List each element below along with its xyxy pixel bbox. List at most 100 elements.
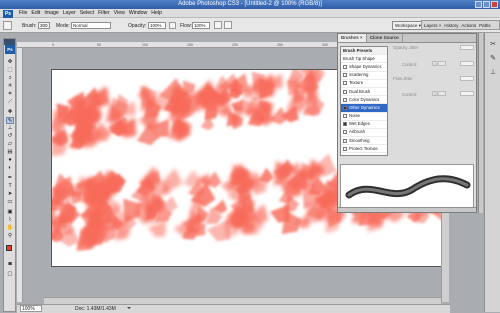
notes-tool-icon[interactable]: ▣	[6, 209, 14, 216]
control-label: Control:	[402, 62, 418, 67]
history-brush-icon[interactable]: ↺	[6, 133, 14, 140]
tab-brushes[interactable]: Brushes ×	[338, 34, 367, 42]
checkbox[interactable]	[343, 122, 347, 127]
flow-jitter-field[interactable]	[460, 76, 474, 81]
status-menu-icon[interactable]	[127, 307, 131, 311]
zoom-field[interactable]: 100%	[20, 305, 42, 312]
menu-image[interactable]: Image	[43, 9, 59, 17]
brush-size-picker[interactable]: 300	[38, 22, 50, 29]
checkbox[interactable]	[343, 73, 347, 78]
menu-help[interactable]: Help	[150, 9, 163, 17]
checkbox[interactable]	[343, 105, 347, 110]
list-item-scattering[interactable]: Scattering	[341, 72, 387, 80]
list-item-other-dynamics[interactable]: Other Dynamics	[341, 104, 387, 113]
mode-select[interactable]: Normal	[71, 22, 111, 29]
foreground-color-swatch[interactable]	[6, 245, 12, 251]
type-tool-icon[interactable]: T	[6, 183, 14, 190]
checkbox[interactable]	[343, 114, 347, 119]
checkbox[interactable]	[343, 138, 347, 143]
checkbox[interactable]	[343, 146, 347, 151]
vertical-ruler	[17, 48, 23, 302]
control-min-field[interactable]	[460, 61, 474, 66]
window-title: Adobe Photoshop CS3 - [Untitled-2 @ 100%…	[178, 1, 322, 7]
hand-tool-icon[interactable]: ✋	[6, 225, 14, 232]
move-tool-icon[interactable]: ✥	[6, 59, 14, 66]
menu-layer[interactable]: Layer	[62, 9, 77, 17]
control-min-field-2[interactable]	[460, 91, 474, 96]
close-button[interactable]	[491, 1, 498, 8]
menu-window[interactable]: Window	[128, 9, 148, 17]
horizontal-scrollbar[interactable]	[44, 297, 441, 304]
status-bar: 100% Doc: 1.43M/1.43M	[17, 304, 450, 313]
tab-actions[interactable]: Actions	[461, 21, 476, 29]
clone-stamp-icon[interactable]: ⊥	[6, 125, 14, 132]
tools-dock-icon[interactable]: ✂	[489, 41, 497, 49]
eyedropper-icon[interactable]: ⌇	[6, 217, 14, 224]
brushes-panel-footer	[338, 207, 476, 212]
quick-mask-icon[interactable]: ◙	[6, 261, 14, 268]
blur-tool-icon[interactable]: ●	[6, 157, 14, 164]
toolbox: Ps ✥ ⬚ ↄ ✳ ⌗ ⟋ ✚ ✎ ⊥ ↺ ▱ ▤ ● ◐ ✒ T ➤ ▭ ▣…	[3, 38, 16, 312]
checkbox[interactable]	[343, 81, 347, 86]
app-logo: Ps	[3, 9, 13, 18]
gradient-tool-icon[interactable]: ▤	[6, 149, 14, 156]
title-bar: Adobe Photoshop CS3 - [Untitled-2 @ 100%…	[0, 0, 500, 9]
airbrush-icon[interactable]	[214, 21, 222, 29]
toggle-brushes-panel-icon[interactable]	[224, 21, 232, 29]
menu-edit[interactable]: Edit	[30, 9, 41, 17]
dodge-tool-icon[interactable]: ◐	[6, 165, 14, 172]
checkbox[interactable]	[343, 64, 347, 69]
tab-history[interactable]: History	[444, 21, 458, 29]
brush-label: Brush:	[22, 23, 37, 29]
tab-paths[interactable]: Paths	[479, 21, 491, 29]
maximize-button[interactable]	[483, 1, 490, 8]
shape-tool-icon[interactable]: ▭	[6, 199, 14, 206]
stroke-preview-graphic	[345, 175, 471, 199]
eraser-tool-icon[interactable]: ▱	[6, 141, 14, 148]
tablet-opacity-icon[interactable]	[169, 22, 176, 29]
flow-label: Flow:	[180, 23, 192, 29]
brush-tool-icon[interactable]: ✎	[6, 117, 14, 124]
opacity-jitter-field[interactable]	[460, 45, 474, 50]
flow-jitter-label: Flow Jitter	[393, 76, 413, 81]
screen-mode-icon[interactable]: ▢	[6, 271, 14, 278]
docked-panel-tabs: Layers × History Actions Paths	[421, 20, 500, 30]
lasso-tool-icon[interactable]: ↄ	[6, 75, 14, 82]
magic-wand-icon[interactable]: ✳	[6, 83, 14, 90]
menu-view[interactable]: View	[113, 9, 126, 17]
crop-tool-icon[interactable]: ⌗	[6, 91, 14, 98]
healing-brush-icon[interactable]: ✚	[6, 109, 14, 116]
collapsed-panel-edge	[478, 33, 483, 213]
control-label-2: Control:	[402, 92, 418, 97]
menu-select[interactable]: Select	[79, 9, 95, 17]
checkbox[interactable]	[343, 89, 347, 94]
control-select-2[interactable]: Off	[432, 91, 446, 96]
pen-tool-icon[interactable]: ✒	[6, 175, 14, 182]
menu-file[interactable]: File	[18, 9, 28, 17]
other-dynamics-settings: Opacity Jitter Control: Off Flow Jitter …	[392, 42, 476, 158]
minimize-button[interactable]	[475, 1, 482, 8]
checkbox[interactable]	[343, 130, 347, 135]
zoom-tool-icon[interactable]: ⚲	[6, 233, 14, 240]
slice-tool-icon[interactable]: ⟋	[6, 99, 14, 106]
document-size: Doc: 1.43M/1.43M	[75, 306, 116, 312]
marquee-tool-icon[interactable]: ⬚	[6, 67, 14, 74]
brush-dock-icon[interactable]: ✎	[489, 55, 497, 63]
checkbox[interactable]	[343, 97, 347, 102]
opacity-field[interactable]: 100%	[148, 22, 166, 29]
right-panel-dock: ✂ ✎ ⊥	[484, 33, 500, 312]
control-select[interactable]: Off	[432, 61, 446, 66]
brushes-panel: Brushes × Clone Source Brush Presets Bru…	[337, 33, 477, 213]
menu-bar: Ps File Edit Image Layer Select Filter V…	[0, 9, 500, 18]
clone-dock-icon[interactable]: ⊥	[489, 69, 497, 77]
brush-tool-preset-icon[interactable]	[3, 21, 12, 30]
brush-settings-list: Brush Presets Brush Tip Shape Shape Dyna…	[340, 46, 388, 156]
tab-clone-source[interactable]: Clone Source	[367, 34, 403, 42]
list-item-protect-texture[interactable]: Protect Texture	[341, 145, 387, 154]
path-selection-icon[interactable]: ➤	[6, 191, 14, 198]
menu-filter[interactable]: Filter	[97, 9, 111, 17]
flow-field[interactable]: 100%	[192, 22, 210, 29]
tab-layers[interactable]: Layers ×	[424, 21, 441, 29]
photoshop-window: Adobe Photoshop CS3 - [Untitled-2 @ 100%…	[0, 0, 500, 313]
toolbox-logo: Ps	[5, 45, 15, 54]
